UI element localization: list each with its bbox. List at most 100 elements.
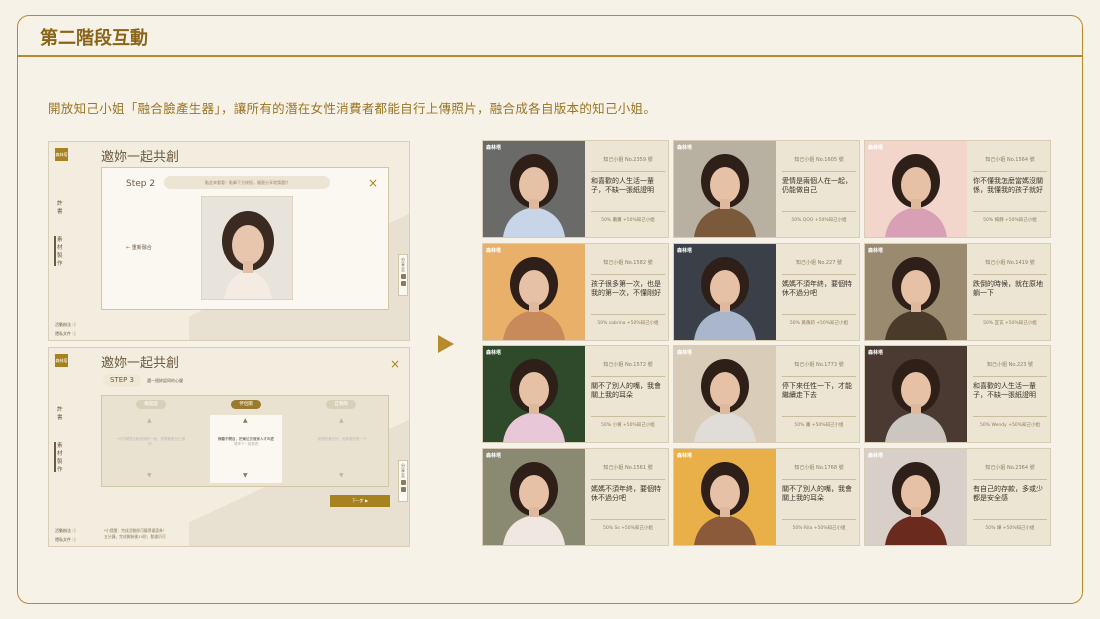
brand-mark: 森林塔 (868, 247, 884, 254)
result-tile[interactable]: 森林塔 知己小姐 No.2359 號和喜歡的人生活一輩子，不缺一張紙證明 50% 蕭… (482, 140, 669, 238)
tile-credit: 50% 燁 +50%知己小姐 (985, 525, 1035, 531)
close-icon[interactable]: × (368, 177, 378, 189)
result-tile[interactable]: 森林塔 知己小姐 No.1605 號愛情是兩個人在一起，仍能做自己 50% QOO … (673, 140, 860, 238)
tile-credit: 50% 宜玄 +50%知己小姐 (983, 320, 1037, 326)
brand-mark: 森林塔 (868, 452, 884, 459)
result-tile[interactable]: 森林塔知己小姐 No.223 號和喜歡的人生活一輩子，不缺一張紙證明 50% We… (864, 345, 1051, 443)
facebook-icon[interactable] (400, 480, 406, 485)
brand-mark: 森林塔 (486, 247, 502, 254)
hint-pill: 點此來看看！點擊下方按鈕，複層分享就請選片 (164, 176, 330, 189)
tile-quote: 跌倒的時候，就在原地躺一下 (973, 279, 1043, 297)
instagram-icon[interactable] (400, 281, 406, 286)
portrait-photo: 森林塔 (865, 243, 967, 340)
tile-credit: 50% 蕭蕭 +50%知己小姐 (601, 218, 655, 223)
option-card-left[interactable]: ▲ 一向不願意比較低調的一面，需要都是自己選好 ▼ (114, 415, 186, 483)
tile-quote: 孩子很多第一次，也是我的第一次，不懂剛好 (591, 279, 661, 297)
tile-quote: 停下來任性一下，才能繼續走下去 (782, 382, 852, 399)
arrow-down-icon[interactable]: ▼ (147, 473, 152, 479)
privacy-link[interactable]: 隱私文件 ⓘ (55, 331, 76, 337)
rules-link[interactable]: 活動辦法 ⓘ (55, 528, 76, 534)
tile-credit: 50% 小黃 +50%知己小姐 (601, 423, 655, 428)
tag-independent[interactable]: 獨當面 (136, 400, 166, 409)
arrow-up-icon[interactable]: ▲ (339, 418, 344, 424)
portrait-photo: 森林塔 (674, 448, 776, 545)
intro-text: 開放知己小姐「融合臉產生器」，讓所有的潛在女性消費者都能自行上傳照片，融合成各自… (48, 101, 657, 116)
tile-number: 知己小姐 No.1561 號 (603, 464, 653, 471)
result-tile[interactable]: 森林塔 知己小姐 No.1582 號孩子很多第一次，也是我的第一次，不懂剛好 50%… (482, 242, 669, 341)
brand-mark: 森林塔 (486, 350, 502, 356)
tile-quote: 有自己的存款，多或少都是安全感 (973, 484, 1043, 502)
arrow-up-icon[interactable]: ▲ (243, 418, 248, 424)
sidebar-item-material[interactable]: 素 材 製 作 (54, 442, 67, 474)
tile-number: 知己小姐 No.227 號 (795, 259, 843, 266)
result-tile[interactable]: 森林塔 知己小姐 No.227 號媽媽不須年終，要個特休不過分吧 50% 黃蒨莉 +… (673, 242, 860, 341)
brand-mark: 森林塔 (868, 350, 884, 356)
tag-self[interactable]: 自我關 (326, 400, 356, 409)
portrait-photo: 森林塔 (674, 346, 776, 442)
facebook-icon[interactable] (400, 274, 406, 279)
tile-quote: 和喜歡的人生活一輩子，不缺一張紙證明 (591, 177, 654, 194)
tag-partner[interactable]: 伴侶關 (231, 400, 261, 409)
tile-number: 知己小姐 No.1582 號 (603, 259, 653, 266)
brand-mark: 森林塔 (486, 145, 502, 151)
brand-mark: 森林塔 (677, 350, 693, 356)
tile-number: 知己小姐 No.1419 號 (985, 259, 1035, 266)
privacy-link[interactable]: 隱私文件 ⓘ (55, 537, 76, 543)
arrow-down-icon[interactable]: ▼ (339, 473, 344, 479)
instagram-icon[interactable] (400, 487, 406, 492)
tile-number: 知己小姐 No.1605 號 (794, 157, 844, 163)
option-card-right[interactable]: ▲ 我想知道些好，就算當的是一下 ▼ (306, 415, 378, 483)
fused-face-photo (201, 196, 293, 300)
result-tile[interactable]: 森林塔知己小姐 No.1419 號跌倒的時候，就在原地躺一下 50% 宜玄 +50… (864, 242, 1051, 341)
page-title: 第二階段互動 (40, 28, 148, 49)
portrait-photo: 森林塔 (865, 346, 967, 442)
share-panel: 分 享 至 (398, 254, 408, 296)
close-icon[interactable]: × (390, 358, 400, 370)
portrait-photo: 森林塔 (483, 243, 585, 340)
portrait-photo: 森林塔 (674, 243, 776, 340)
tile-quote: 關不了別人的嘴，我會關上我的耳朵 (591, 382, 661, 399)
share-panel: 分 享 至 (398, 460, 408, 502)
tile-credit: 50% 蕭 +50%知己小姐 (794, 423, 844, 428)
mock-screen-step2: 森林塔 許 書 素 材 製 作 活動辦法 ⓘ 隱私文件 ⓘ 邀妳一起共創 Ste… (48, 141, 410, 341)
tile-quote: 愛情是兩個人在一起，仍能做自己 (782, 177, 852, 194)
tile-credit: 50% Ss +50%知己小姐 (603, 525, 653, 531)
tile-credit: 50% Wendy +50%知己小姐 (980, 423, 1040, 428)
next-step-button[interactable]: 下一步 ▶ (330, 495, 390, 507)
result-tile[interactable]: 森林塔 知己小姐 No.1564 號你不懂我怎麼當媽沒關係，我懂我的孩子就好 50%… (864, 140, 1051, 238)
tile-number: 知己小姐 No.1773 號 (794, 362, 844, 368)
portrait-photo: 森林塔 (865, 448, 967, 545)
brand-logo: 森林塔 (55, 354, 68, 367)
brand-mark: 森林塔 (868, 145, 884, 151)
tile-quote: 和喜歡的人生活一輩子，不缺一張紙證明 (973, 382, 1036, 399)
reminder-note: *小提醒：完成活動即可獲得優惠券！ 五分鐘，完成開始後10秒，動畫仍可 (104, 528, 167, 539)
brand-mark: 森林塔 (486, 452, 502, 459)
result-tile[interactable]: 森林塔知己小姐 No.1561 號媽媽不須年終，要個特休不過分吧 50% Ss +… (482, 447, 669, 546)
result-tile[interactable]: 森林塔 知己小姐 No.2364 號有自己的存款，多或少都是安全感 50% 燁 +5… (864, 447, 1051, 546)
sidebar-item-book[interactable]: 許 書 (57, 406, 67, 422)
sidebar-item-material[interactable]: 素 材 製 作 (54, 236, 67, 268)
portrait-photo: 森林塔 (674, 141, 776, 237)
sidebar-item-book[interactable]: 許 書 (57, 200, 67, 216)
result-tile[interactable]: 森林塔知己小姐 No.1773 號停下來任性一下，才能繼續走下去 50% 蕭 +5… (673, 345, 860, 443)
arrow-up-icon[interactable]: ▲ (147, 418, 152, 424)
refuse-button[interactable]: ← 重新融合 (126, 244, 152, 251)
tile-quote: 媽媽不須年終，要個特休不過分吧 (782, 279, 852, 297)
result-tile[interactable]: 森林塔 知己小姐 No.1768 號關不了別人的嘴，我會關上我的耳朵 50% Ril… (673, 447, 860, 546)
tile-quote: 你不懂我怎麼當媽沒關係，我懂我的孩子就好 (973, 177, 1043, 194)
portrait-photo: 森林塔 (483, 448, 585, 545)
tile-number: 知己小姐 No.1564 號 (985, 157, 1035, 163)
portrait-photo: 森林塔 (865, 141, 967, 237)
tile-quote: 關不了別人的嘴，我會關上我的耳朵 (782, 484, 852, 502)
rules-link[interactable]: 活動辦法 ⓘ (55, 322, 76, 328)
option-card-selected[interactable]: ▲ 靜聽不開自，把東位去做家人才叫愛 選擇下一篇看看 ▼ (210, 415, 282, 483)
tile-number: 知己小姐 No.1572 號 (603, 362, 653, 368)
tile-credit: 50% 黃蒨莉 +50%知己小姐 (789, 320, 849, 326)
tile-credit: 50% Rila +50%知己小姐 (792, 525, 846, 531)
tile-number: 知己小姐 No.223 號 (986, 362, 1034, 368)
tile-quote: 媽媽不須年終，要個特休不過分吧 (591, 484, 661, 502)
arrow-down-icon[interactable]: ▼ (243, 473, 248, 479)
step-label: Step 2 (126, 179, 156, 189)
result-tile[interactable]: 森林塔知己小姐 No.1572 號關不了別人的嘴，我會關上我的耳朵 50% 小黃 … (482, 345, 669, 443)
mock-screen-step3: 森林塔 許 書 素 材 製 作 活動辦法 ⓘ 隱私文件 ⓘ 邀妳一起共創 × S… (48, 347, 410, 547)
